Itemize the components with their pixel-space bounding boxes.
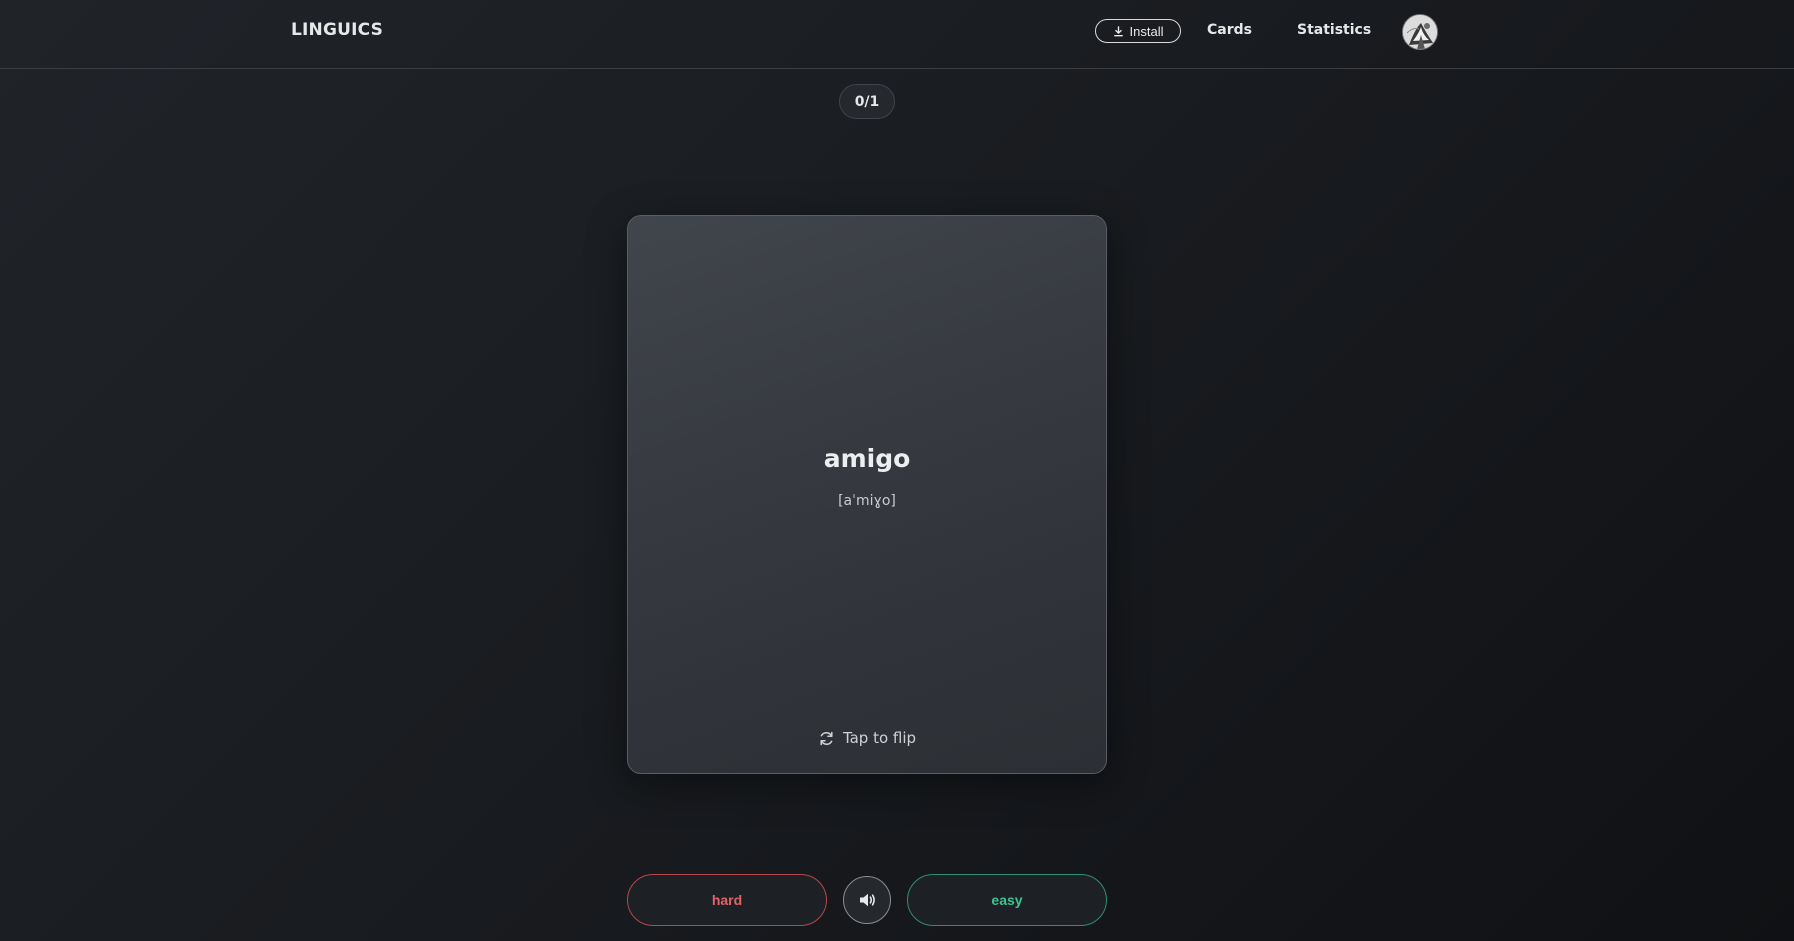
top-navigation-bar: LINGUICS Install Cards Statistics bbox=[0, 0, 1794, 69]
speaker-icon bbox=[860, 893, 875, 907]
card-word: amigo bbox=[823, 444, 911, 473]
brand-logo[interactable]: LINGUICS bbox=[291, 20, 383, 40]
user-avatar[interactable] bbox=[1402, 14, 1438, 50]
avatar-image bbox=[1403, 15, 1437, 49]
nav-link-statistics[interactable]: Statistics bbox=[1297, 22, 1371, 38]
download-icon bbox=[1113, 25, 1123, 36]
play-audio-button[interactable] bbox=[843, 876, 891, 924]
flip-hint-label: Tap to flip bbox=[842, 729, 917, 747]
install-button[interactable]: Install bbox=[1095, 19, 1181, 43]
progress-counter: 0/1 bbox=[839, 84, 895, 119]
flashcard[interactable]: amigo [aˈmiɣo] Tap to flip bbox=[627, 215, 1107, 774]
refresh-icon bbox=[820, 731, 833, 745]
easy-button[interactable]: easy bbox=[907, 874, 1107, 926]
hard-button[interactable]: hard bbox=[627, 874, 827, 926]
install-label: Install bbox=[1129, 23, 1164, 39]
flip-hint[interactable]: Tap to flip bbox=[628, 729, 1106, 747]
nav-link-cards[interactable]: Cards bbox=[1207, 22, 1252, 38]
card-phonetic: [aˈmiɣo] bbox=[838, 493, 896, 509]
